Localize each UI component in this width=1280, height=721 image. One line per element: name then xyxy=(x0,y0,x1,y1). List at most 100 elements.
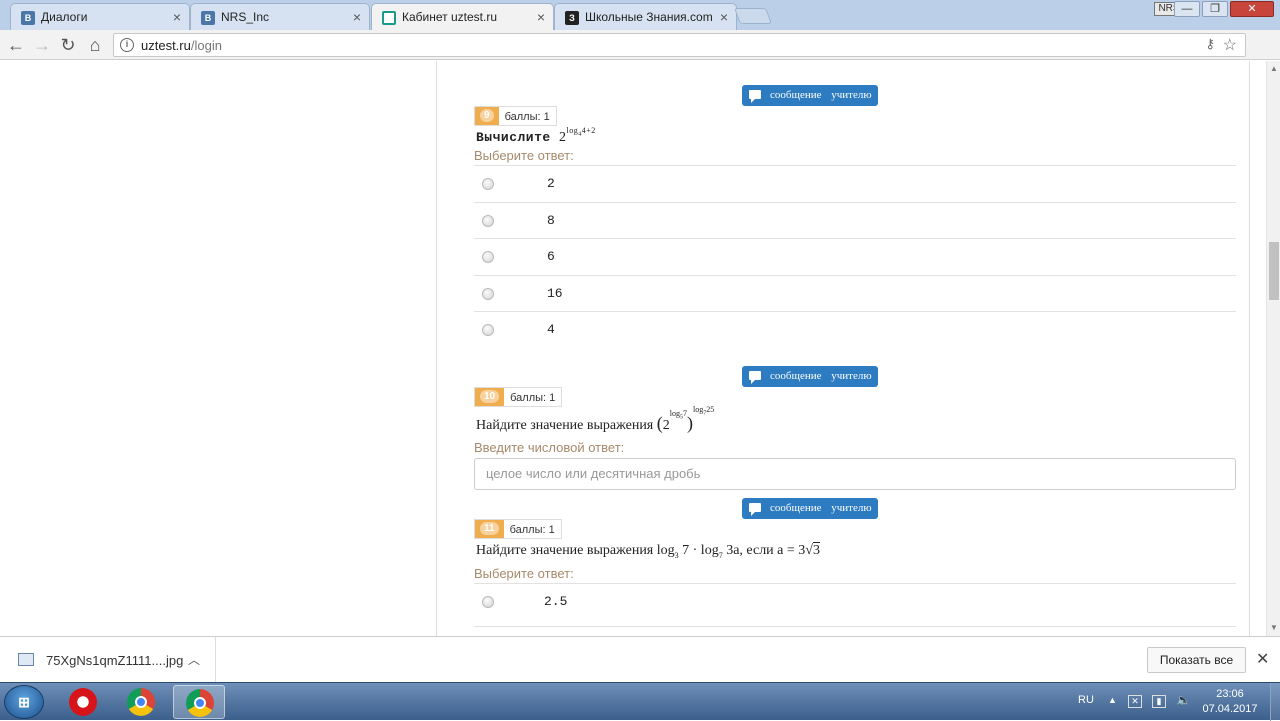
question-text: Вычислите 2log44+2 xyxy=(476,126,596,145)
network-icon[interactable]: ✕ xyxy=(1128,695,1142,708)
show-hidden-icons-icon[interactable]: ▲ xyxy=(1108,695,1117,705)
start-button[interactable]: ⊞ xyxy=(4,685,44,719)
close-window-icon[interactable]: ✕ xyxy=(1230,1,1274,17)
page-content: сообщение учителю 9 баллы: 1 Вычислите 2l… xyxy=(0,61,1266,636)
message-teacher-button[interactable]: сообщение учителю xyxy=(742,498,878,519)
answer-options: 2.5 xyxy=(474,583,1236,627)
points-label: баллы: 1 xyxy=(510,392,556,404)
volume-icon[interactable]: 🔈 xyxy=(1176,694,1191,708)
taskbar: ⊞ RU ▲ ✕ ▮ 🔈 23:06 07.04.2017 xyxy=(0,682,1280,721)
close-tab-icon[interactable]: × xyxy=(173,9,181,25)
answer-option[interactable]: 2 xyxy=(474,165,1236,202)
info-icon[interactable]: i xyxy=(120,38,134,52)
clock[interactable]: 23:06 07.04.2017 xyxy=(1198,687,1262,717)
message-button-label: сообщение учителю xyxy=(770,370,872,382)
question-header: 10 баллы: 1 xyxy=(474,387,563,407)
reload-icon[interactable]: ↻ xyxy=(57,34,79,56)
radio-button[interactable] xyxy=(482,214,494,227)
download-file-name: 75XgNs1qmZ1111....jpg xyxy=(46,653,184,668)
numeric-answer-input[interactable]: целое число или десятичная дробь xyxy=(474,458,1236,490)
znanija-icon: З xyxy=(565,11,579,25)
vk-icon: В xyxy=(21,11,35,25)
chevron-up-icon[interactable]: ︿ xyxy=(188,651,200,668)
minimize-icon[interactable]: — xyxy=(1174,1,1200,17)
address-bar[interactable]: i uztest.ru/login ⚷ ☆ xyxy=(113,33,1246,57)
scroll-up-arrow-icon[interactable]: ▲ xyxy=(1270,64,1278,73)
radio-button[interactable] xyxy=(482,596,494,608)
answer-option[interactable]: 6 xyxy=(474,238,1236,275)
question-number-badge: 9 xyxy=(475,107,499,125)
tab-title: Диалоги xyxy=(41,10,88,24)
image-file-icon xyxy=(18,653,34,666)
show-all-downloads-button[interactable]: Показать все xyxy=(1147,647,1246,673)
taskbar-chrome-active[interactable] xyxy=(173,685,225,719)
url-text: uztest.ru/login xyxy=(141,38,222,53)
answer-option[interactable]: 16 xyxy=(474,274,1236,312)
bookmark-star-icon[interactable]: ☆ xyxy=(1223,35,1237,55)
download-bar: 75XgNs1qmZ1111....jpg ︿ Показать все ✕ xyxy=(0,636,1280,683)
restore-icon[interactable]: ❐ xyxy=(1202,1,1228,17)
points-label: баллы: 1 xyxy=(509,524,555,536)
scrollbar-thumb[interactable] xyxy=(1269,242,1279,300)
question-text: Найдите значение выражения log3 7 · log7… xyxy=(476,542,820,560)
tab-uztest[interactable]: Кабинет uztest.ru × xyxy=(371,3,554,31)
question-number-badge: 11 xyxy=(475,520,504,538)
show-desktop-button[interactable] xyxy=(1270,683,1280,721)
answer-option[interactable]: 8 xyxy=(474,201,1236,239)
close-icon[interactable]: ✕ xyxy=(1256,649,1269,669)
message-teacher-button[interactable]: сообщение учителю xyxy=(742,366,878,387)
radio-button[interactable] xyxy=(482,251,494,263)
url-path: /login xyxy=(190,38,222,53)
key-icon[interactable]: ⚷ xyxy=(1205,36,1215,52)
download-item[interactable]: 75XgNs1qmZ1111....jpg ︿ xyxy=(0,637,216,683)
question-header: 11 баллы: 1 xyxy=(474,519,562,539)
tab-znanija[interactable]: З Школьные Знания.com × xyxy=(554,3,737,30)
chrome-icon xyxy=(186,689,214,717)
close-tab-icon[interactable]: × xyxy=(537,9,545,25)
tab-dialogs[interactable]: В Диалоги × xyxy=(10,3,190,30)
tab-strip: В Диалоги × В NRS_Inc × Кабинет uztest.r… xyxy=(0,0,1280,31)
question-header: 9 баллы: 1 xyxy=(474,106,557,126)
message-teacher-button[interactable]: сообщение учителю xyxy=(742,85,878,106)
clock-date: 07.04.2017 xyxy=(1202,703,1258,715)
question-text: Найдите значение выражения (2log57)log72… xyxy=(476,405,715,433)
browser-toolbar: ← → ↻ ⌂ i uztest.ru/login ⚷ ☆ ··· xyxy=(0,30,1280,89)
chat-bubble-icon xyxy=(749,90,761,103)
chrome-icon xyxy=(127,688,155,716)
scroll-down-arrow-icon[interactable]: ▼ xyxy=(1270,623,1278,632)
radio-button[interactable] xyxy=(482,178,494,190)
url-host: uztest.ru xyxy=(141,38,191,53)
points-label: баллы: 1 xyxy=(504,111,550,123)
answer-option[interactable]: 4 xyxy=(474,311,1236,348)
answer-hint: Выберите ответ: xyxy=(474,566,574,581)
battery-icon[interactable]: ▮ xyxy=(1152,695,1166,708)
math-expression: log3 7 · log7 3a, если a = 3√3 xyxy=(656,542,820,560)
math-expression: 2log44+2 xyxy=(559,126,596,145)
back-arrow-icon[interactable]: ← xyxy=(5,34,27,56)
question-number-badge: 10 xyxy=(475,388,505,406)
radio-button[interactable] xyxy=(482,287,494,300)
radio-button[interactable] xyxy=(482,324,494,336)
window-controls: — ❐ ✕ xyxy=(1172,0,1274,18)
home-icon[interactable]: ⌂ xyxy=(84,34,106,56)
close-tab-icon[interactable]: × xyxy=(720,9,728,25)
answer-hint: Выберите ответ: xyxy=(474,148,574,163)
new-tab-button[interactable] xyxy=(734,8,772,24)
tab-title: Школьные Знания.com xyxy=(585,10,713,24)
message-button-label: сообщение учителю xyxy=(770,89,872,101)
chat-bubble-icon xyxy=(749,503,761,516)
clock-time: 23:06 xyxy=(1216,688,1244,700)
math-expression: (2log57)log725 xyxy=(656,405,715,433)
vertical-scrollbar[interactable]: ▲ ▼ xyxy=(1266,61,1280,636)
language-indicator[interactable]: RU xyxy=(1078,694,1094,706)
tab-title: Кабинет uztest.ru xyxy=(402,10,497,24)
taskbar-opera[interactable] xyxy=(57,685,109,719)
taskbar-chrome[interactable] xyxy=(115,685,167,719)
forward-arrow-icon[interactable]: → xyxy=(31,34,53,56)
opera-icon xyxy=(69,688,97,716)
vk-icon: В xyxy=(201,11,215,25)
tab-nrs-inc[interactable]: В NRS_Inc × xyxy=(190,3,370,30)
uztest-icon xyxy=(382,11,396,25)
close-tab-icon[interactable]: × xyxy=(353,9,361,25)
answer-option[interactable]: 2.5 xyxy=(474,583,1236,627)
